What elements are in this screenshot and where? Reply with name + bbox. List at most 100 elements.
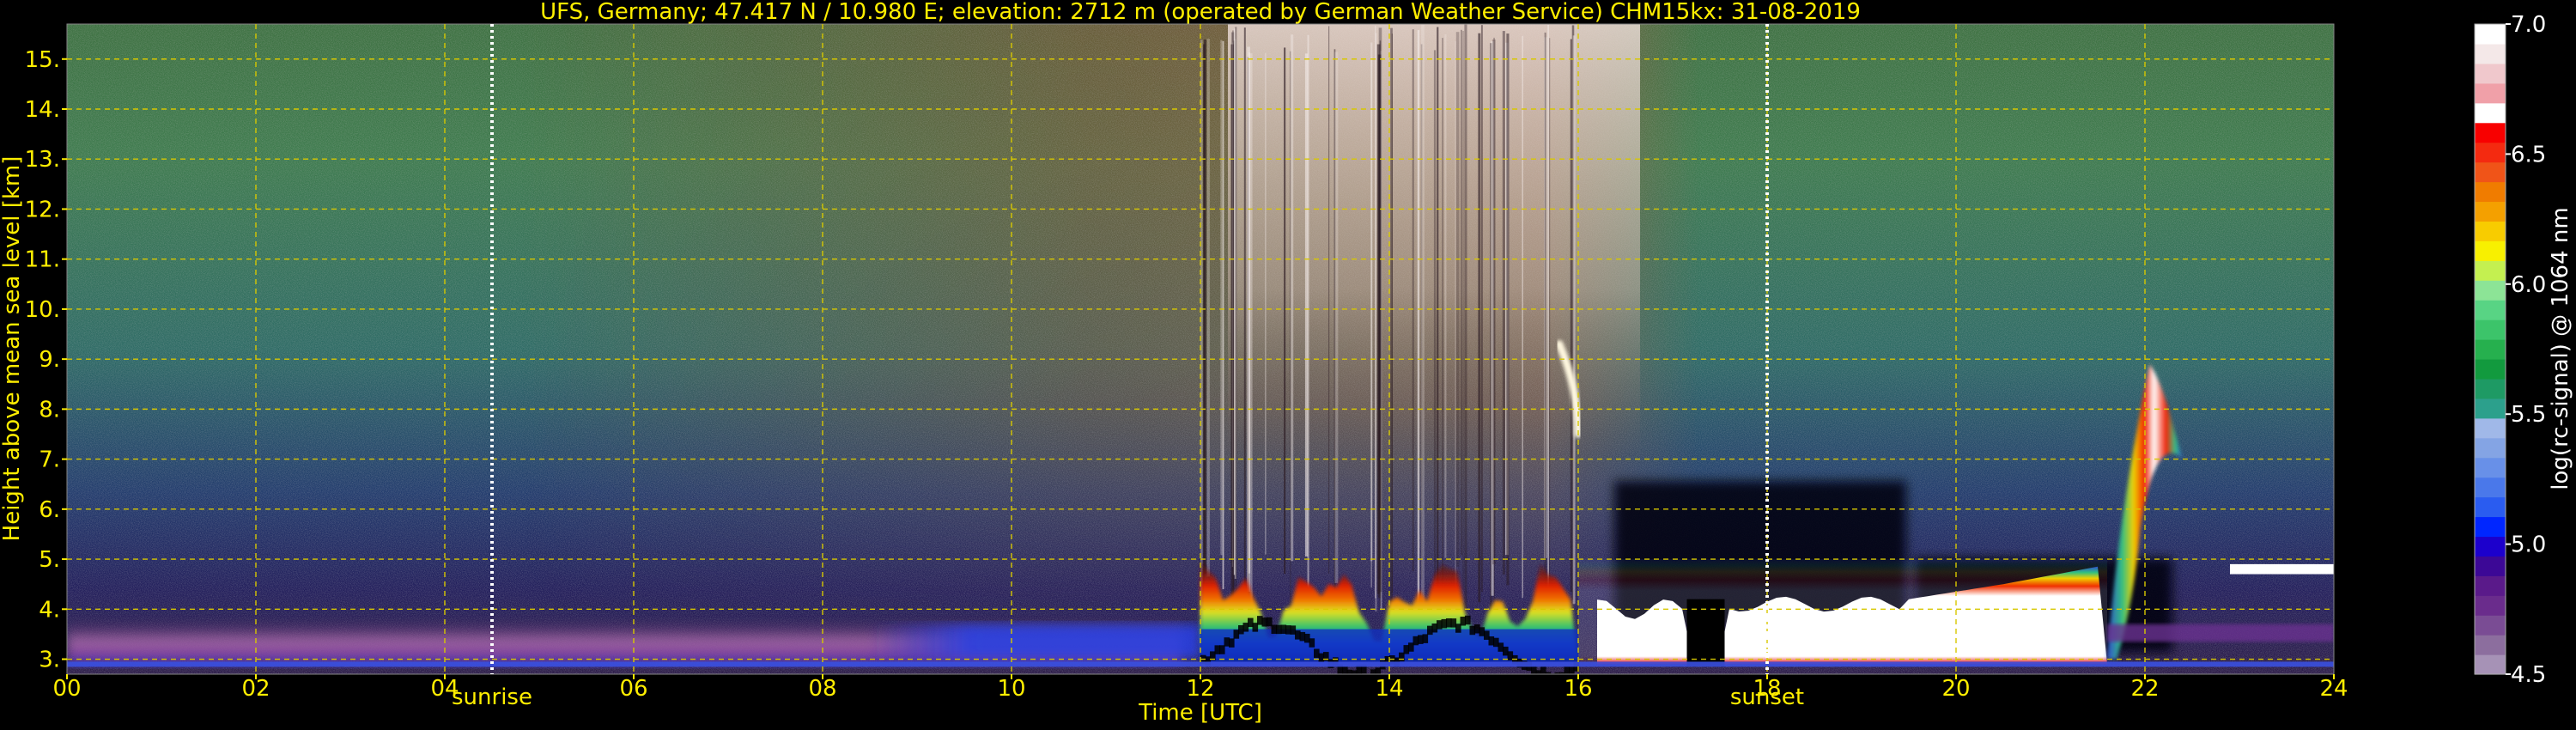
convective-dark-segment (1229, 638, 1235, 648)
colorbar-swatch (2475, 496, 2506, 518)
colorbar-tick-label: 5.5 (2511, 402, 2546, 428)
colorbar-swatch (2475, 201, 2506, 222)
convective-dark-segment (1422, 634, 1429, 643)
x-axis-label: Time [UTC] (1138, 700, 1262, 726)
annotation-label: sunrise (452, 684, 532, 710)
y-tick-label: 5. (39, 547, 60, 573)
y-axis-label: Height above mean sea level [km] (0, 156, 25, 542)
colorbar-swatch (2475, 556, 2506, 576)
morning-blue-band (870, 624, 1200, 660)
convective-dark-segment (1365, 673, 1372, 674)
colorbar-swatch (2475, 43, 2506, 64)
streak-line (1291, 34, 1294, 562)
streak-line (1522, 35, 1523, 599)
colorbar-swatch (2475, 300, 2506, 320)
colorbar-swatch (2475, 181, 2506, 203)
convective-dark-segment (1219, 645, 1225, 654)
y-tick-label: 6. (39, 497, 60, 523)
y-tick-label: 8. (39, 397, 60, 423)
streak-line (1243, 27, 1246, 599)
x-tick-label: 18 (1753, 676, 1781, 702)
streak-line (1307, 34, 1309, 617)
streak-line (1433, 50, 1437, 581)
streak-line (1547, 24, 1550, 618)
colorbar-swatch (2475, 260, 2506, 281)
streak-line (1478, 33, 1481, 603)
x-tick-label: 06 (619, 676, 647, 702)
ceilometer-chart: sunrise sunset 00 02 04 06 08 10 12 14 16 18 20 22 24… (0, 0, 2573, 726)
colorbar-swatch (2475, 102, 2506, 124)
colorbar-tick-label: 4.5 (2511, 662, 2546, 688)
streak-line (1370, 57, 1372, 588)
colorbar-tick-label: 6.0 (2511, 272, 2546, 298)
colorbar-swatch (2475, 142, 2506, 163)
colorbar-swatch (2475, 417, 2506, 439)
streak-line (1444, 33, 1447, 558)
streak-line (1284, 47, 1286, 575)
convective-dark-segment (1550, 673, 1556, 674)
colorbar-swatch (2475, 615, 2506, 636)
colorbar-swatch (2475, 457, 2506, 478)
streak-line (1544, 32, 1546, 611)
y-tick-label: 12. (25, 197, 60, 222)
colorbar-swatch (2475, 339, 2506, 360)
colorbar-swatch (2475, 161, 2506, 183)
convective-dark-segment (1309, 638, 1315, 648)
y-tick-label: 15. (25, 47, 60, 73)
x-tick-label: 10 (997, 676, 1025, 702)
streak-line (1421, 24, 1425, 606)
streak-line (1455, 32, 1460, 568)
streak-line (1548, 38, 1551, 613)
colorbar-swatch (2475, 635, 2506, 655)
y-tick-label: 3. (39, 648, 60, 673)
colorbar-swatch (2475, 240, 2506, 261)
chart-title: UFS, Germany; 47.417 N / 10.980 E; eleva… (540, 0, 1861, 25)
colorbar-swatch (2475, 536, 2506, 557)
colorbar-swatch (2475, 437, 2506, 459)
streak-line (1461, 29, 1462, 556)
streak-line (1480, 25, 1483, 593)
y-tick-label: 4. (39, 597, 60, 623)
y-tick-label: 11. (25, 247, 60, 273)
y-tick-label: 10. (25, 297, 60, 323)
streak-line (1417, 30, 1420, 626)
late-purple-layer (2107, 624, 2334, 642)
colorbar-tick-label: 6.5 (2511, 142, 2546, 167)
streak-line (1464, 24, 1467, 611)
streak-line (1248, 52, 1251, 574)
x-tick-label: 22 (2130, 676, 2159, 702)
x-tick-label: 04 (430, 676, 459, 702)
colorbar-label: log(rc-signal) @ 1064 nm (2548, 207, 2573, 490)
y-axis: 3. 4. 5. 6. 7. 8. 9. 10. 11. 12. 13. 14. 15. (25, 47, 67, 673)
y-tick-label: 9. (39, 347, 60, 373)
streak-line (1455, 40, 1456, 612)
streak-line (1265, 52, 1267, 555)
streak-line (1442, 38, 1443, 622)
ground-band (67, 661, 2334, 667)
convective-dark-segment (1465, 615, 1471, 625)
streak-line (1502, 31, 1505, 575)
colorbar-swatch (2475, 358, 2506, 380)
colorbar-swatch (2475, 319, 2506, 340)
streak-line (1328, 26, 1330, 574)
convective-dark-segment (1545, 672, 1552, 674)
streak-line (1493, 37, 1495, 608)
colorbar-swatch (2475, 82, 2506, 104)
streak-line (1572, 35, 1576, 605)
streak-line (1437, 27, 1439, 619)
colorbar-swatch (2475, 24, 2506, 45)
x-tick-label: 00 (52, 676, 81, 702)
x-tick-label: 12 (1186, 676, 1214, 702)
streak-line (1222, 40, 1224, 590)
y-tick-label: 13. (25, 147, 60, 173)
x-tick-label: 24 (2319, 676, 2348, 702)
streak-line (1334, 52, 1339, 583)
colorbar-swatch (2475, 654, 2506, 675)
colorbar-swatch (2475, 378, 2506, 399)
colorbar-swatch (2475, 477, 2506, 498)
colorbar: 4.5 5.0 5.5 6.0 6.5 7.0 (2474, 12, 2546, 688)
colorbar-swatch (2475, 595, 2506, 616)
streak-line (1206, 39, 1210, 577)
colorbar-swatch (2475, 575, 2506, 596)
colorbar-swatch (2475, 122, 2506, 143)
